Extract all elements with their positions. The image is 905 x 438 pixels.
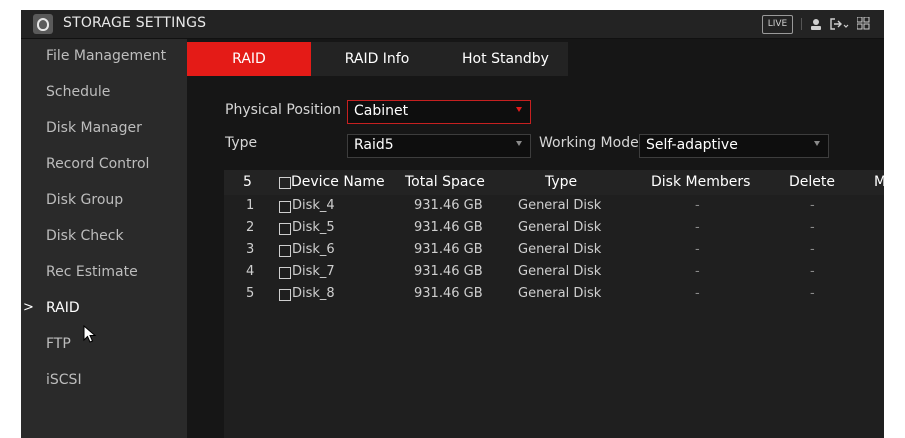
physical-position-label: Physical Position xyxy=(225,102,341,118)
dropdown-arrow-icon xyxy=(814,141,820,146)
select-all-checkbox[interactable] xyxy=(279,177,291,189)
column-header-more: M xyxy=(874,174,884,190)
sidebar-item-disk-check[interactable]: Disk Check xyxy=(21,219,187,255)
table-row[interactable]: 5 Disk_8 931.46 GB General Disk - - xyxy=(224,283,884,305)
grid-menu-icon[interactable] xyxy=(857,17,870,30)
title-bar: STORAGE SETTINGS LIVE xyxy=(21,10,884,39)
delete-cell: - xyxy=(810,264,815,279)
toolbar-divider xyxy=(801,18,802,30)
logout-icon[interactable] xyxy=(829,17,849,31)
working-mode-value: Self-adaptive xyxy=(646,137,738,153)
sidebar-item-ftp[interactable]: FTP xyxy=(21,327,187,363)
sidebar-item-label: Rec Estimate xyxy=(46,264,138,280)
table-row[interactable]: 3 Disk_6 931.46 GB General Disk - - xyxy=(224,239,884,261)
disk-type: General Disk xyxy=(518,242,602,257)
disk-members: - xyxy=(695,286,700,301)
dropdown-arrow-icon xyxy=(516,141,522,146)
disk-members: - xyxy=(695,220,700,235)
physical-position-select[interactable]: Cabinet xyxy=(347,100,531,124)
disk-members: - xyxy=(695,198,700,213)
disk-table: 5 Device Name Total Space Type Disk Memb… xyxy=(224,170,884,438)
dropdown-arrow-icon xyxy=(516,107,522,112)
tab-raid[interactable]: RAID xyxy=(187,42,311,76)
disk-members: - xyxy=(695,264,700,279)
disk-type: General Disk xyxy=(518,264,602,279)
working-mode-select[interactable]: Self-adaptive xyxy=(639,134,829,158)
raid-type-value: Raid5 xyxy=(354,137,394,153)
sidebar-item-label: Disk Manager xyxy=(46,120,142,136)
delete-cell: - xyxy=(810,242,815,257)
table-row[interactable]: 2 Disk_5 931.46 GB General Disk - - xyxy=(224,217,884,239)
chevron-right-icon: > xyxy=(23,300,34,315)
sidebar-item-raid[interactable]: > RAID xyxy=(21,291,187,327)
sidebar-item-record-control[interactable]: Record Control xyxy=(21,147,187,183)
sidebar-item-label: FTP xyxy=(46,336,71,352)
row-checkbox[interactable] xyxy=(279,267,291,279)
sidebar-item-label: Record Control xyxy=(46,156,150,172)
user-icon[interactable] xyxy=(809,17,823,31)
total-space: 931.46 GB xyxy=(414,264,483,279)
total-space: 931.46 GB xyxy=(414,242,483,257)
total-space: 931.46 GB xyxy=(414,286,483,301)
delete-cell: - xyxy=(810,198,815,213)
live-view-button[interactable]: LIVE xyxy=(762,15,793,34)
sidebar-item-disk-group[interactable]: Disk Group xyxy=(21,183,187,219)
sidebar-item-rec-estimate[interactable]: Rec Estimate xyxy=(21,255,187,291)
disk-type: General Disk xyxy=(518,198,602,213)
physical-position-value: Cabinet xyxy=(354,103,409,119)
row-index: 2 xyxy=(246,220,255,235)
sidebar-item-schedule[interactable]: Schedule xyxy=(21,75,187,111)
raid-type-select[interactable]: Raid5 xyxy=(347,134,531,158)
column-header-type: Type xyxy=(545,174,578,190)
table-row[interactable]: 4 Disk_7 931.46 GB General Disk - - xyxy=(224,261,884,283)
tab-hot-standby[interactable]: Hot Standby xyxy=(443,42,568,76)
tab-raid-info[interactable]: RAID Info xyxy=(311,42,443,76)
row-checkbox[interactable] xyxy=(279,289,291,301)
table-row[interactable]: 1 Disk_4 931.46 GB General Disk - - xyxy=(224,195,884,217)
total-space: 931.46 GB xyxy=(414,198,483,213)
column-header-total-space: Total Space xyxy=(405,174,485,190)
column-header-delete: Delete xyxy=(789,174,835,190)
disk-type: General Disk xyxy=(518,286,602,301)
sidebar-item-label: iSCSI xyxy=(46,372,82,388)
row-checkbox[interactable] xyxy=(279,245,291,257)
column-header-device-name: Device Name xyxy=(291,174,385,190)
row-checkbox[interactable] xyxy=(279,201,291,213)
disk-type: General Disk xyxy=(518,220,602,235)
sidebar-item-label: Disk Check xyxy=(46,228,124,244)
working-mode-label: Working Mode xyxy=(539,135,639,151)
row-index: 4 xyxy=(246,264,255,279)
sidebar: File Management Schedule Disk Manager Re… xyxy=(21,39,187,438)
sidebar-item-label: File Management xyxy=(46,48,167,64)
row-index: 5 xyxy=(246,286,255,301)
device-name: Disk_7 xyxy=(292,264,335,279)
page-title: STORAGE SETTINGS xyxy=(63,15,207,31)
column-header-disk-members: Disk Members xyxy=(651,174,751,190)
row-checkbox[interactable] xyxy=(279,223,291,235)
row-index: 3 xyxy=(246,242,255,257)
disk-count: 5 xyxy=(243,174,252,190)
dvr-logo-icon xyxy=(33,14,53,34)
delete-cell: - xyxy=(810,220,815,235)
sidebar-item-label: Disk Group xyxy=(46,192,124,208)
delete-cell: - xyxy=(810,286,815,301)
device-name: Disk_8 xyxy=(292,286,335,301)
raid-panel: RAID RAID Info Hot Standby Physical Posi… xyxy=(187,39,884,438)
app-window: STORAGE SETTINGS LIVE File Management Sc… xyxy=(21,10,884,438)
device-name: Disk_6 xyxy=(292,242,335,257)
disk-members: - xyxy=(695,242,700,257)
sidebar-item-label: Schedule xyxy=(46,84,111,100)
row-index: 1 xyxy=(246,198,255,213)
mouse-cursor-icon xyxy=(83,325,97,343)
sidebar-item-iscsi[interactable]: iSCSI xyxy=(21,363,187,399)
device-name: Disk_5 xyxy=(292,220,335,235)
sidebar-item-label: RAID xyxy=(46,300,80,316)
device-name: Disk_4 xyxy=(292,198,335,213)
total-space: 931.46 GB xyxy=(414,220,483,235)
table-header: 5 Device Name Total Space Type Disk Memb… xyxy=(224,170,884,195)
sidebar-item-file-management[interactable]: File Management xyxy=(21,39,187,75)
sidebar-item-disk-manager[interactable]: Disk Manager xyxy=(21,111,187,147)
type-label: Type xyxy=(225,135,258,151)
